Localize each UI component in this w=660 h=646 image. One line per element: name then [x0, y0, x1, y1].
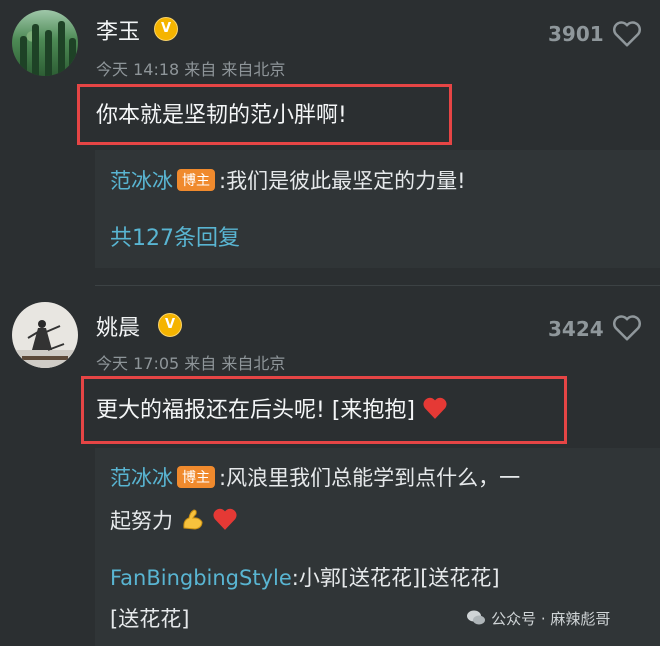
reply-author[interactable]: 范冰冰 — [110, 169, 173, 193]
comment-meta: 今天 17:05 来自 来自北京 — [96, 354, 286, 373]
avatar[interactable] — [12, 302, 78, 368]
comment-meta: 今天 14:18 来自 来自北京 — [96, 60, 286, 79]
reply-text: :风浪里我们总能学到点什么，一 — [219, 466, 521, 490]
reply-text: [送花花] — [110, 607, 190, 631]
username[interactable]: 姚晨 — [96, 310, 140, 342]
watermark-text: 公众号 · 麻辣彪哥 — [491, 610, 611, 628]
flexed-biceps-icon — [180, 506, 206, 532]
more-replies-link[interactable]: 共127条回复 — [110, 220, 240, 252]
avatar[interactable] — [12, 10, 78, 76]
reply-text: :小郭[送花花][送花花] — [291, 566, 500, 590]
reply-item-continued: [送花花] — [110, 603, 189, 633]
author-tag: 博主 — [177, 466, 215, 488]
heart-emoji-icon — [213, 508, 237, 530]
author-tag: 博主 — [177, 169, 215, 191]
reply-item-continued: 起努力 — [110, 505, 238, 535]
like-heart-icon[interactable] — [612, 20, 642, 48]
comment-text: 你本就是坚韧的范小胖啊! — [96, 103, 347, 128]
reply-author[interactable]: FanBingbingStyle — [110, 566, 292, 590]
watermark: 公众号 · 麻辣彪哥 — [466, 608, 610, 629]
like-count: 3901 — [548, 22, 604, 46]
verified-badge-icon: V — [154, 17, 178, 41]
comment-text-content: 更大的福报还在后头呢! [来抱抱] — [96, 398, 415, 423]
reply-text: :我们是彼此最坚定的力量! — [219, 169, 466, 193]
reply-text: 起努力 — [110, 509, 173, 533]
like-count: 3424 — [548, 317, 604, 341]
like-heart-icon[interactable] — [612, 314, 642, 342]
verified-badge-icon: V — [158, 313, 182, 337]
comment-text: 更大的福报还在后头呢! [来抱抱] — [96, 392, 448, 424]
heart-emoji-icon — [423, 397, 447, 419]
reply-item: FanBingbingStyle:小郭[送花花][送花花] — [110, 562, 500, 592]
reply-author[interactable]: 范冰冰 — [110, 466, 173, 490]
divider — [95, 285, 660, 286]
reply-item: 范冰冰 博主:风浪里我们总能学到点什么，一 — [110, 462, 520, 492]
reply-item: 范冰冰 博主:我们是彼此最坚定的力量! — [110, 165, 466, 195]
username[interactable]: 李玉 — [96, 14, 140, 46]
wechat-icon — [466, 609, 486, 627]
